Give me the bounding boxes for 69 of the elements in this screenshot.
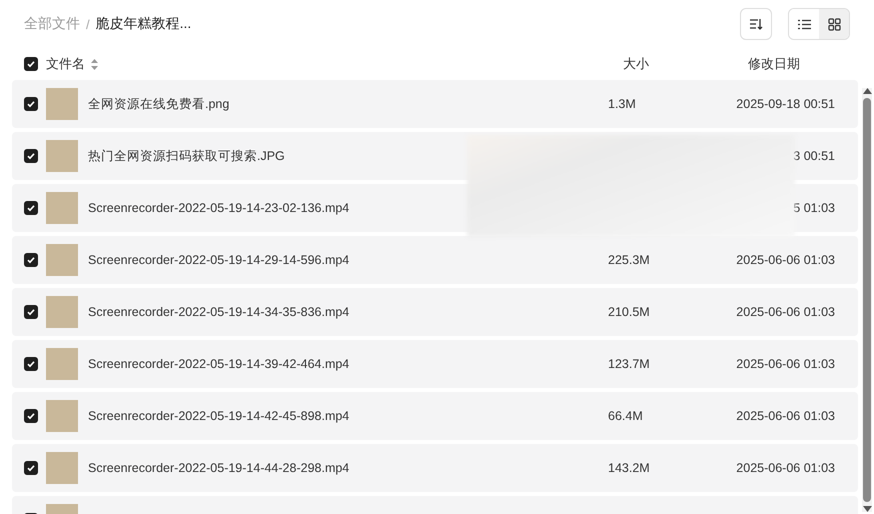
check-icon — [26, 463, 36, 473]
row-checkbox[interactable] — [24, 201, 38, 215]
thumbnail-placeholder — [46, 88, 78, 120]
row-checkbox[interactable] — [24, 253, 38, 267]
file-name: Screenrecorder-2022-05-19-14-42-45-898.mp4 — [88, 409, 350, 423]
check-icon — [26, 203, 36, 213]
scroll-down-icon[interactable] — [862, 506, 872, 512]
file-name: Screenrecorder-2022-05-19-14-34-35-836.mp4 — [88, 305, 350, 319]
modified-date: 2025-06-06 01:03 — [736, 305, 835, 319]
file-name: Screenrecorder-2022-05-19-14-23-02-136.mp4 — [88, 201, 350, 215]
row-checkbox[interactable] — [24, 305, 38, 319]
modified-date: 2025-06-06 01:03 — [736, 461, 835, 475]
scrollbar[interactable] — [862, 88, 872, 512]
column-header: 大小 — [623, 55, 650, 73]
file-row[interactable]: Screenrecorder-2022-05-19-14-44-28-298.mp4 143.2M 2025-06-06 01:03 — [12, 444, 858, 492]
grid-icon — [828, 18, 840, 30]
file-size: 123.7M — [608, 357, 650, 371]
check-icon — [26, 307, 36, 317]
row-checkbox[interactable] — [24, 461, 38, 475]
file-size: 143.2M — [608, 461, 650, 475]
check-icon — [26, 151, 36, 161]
check-icon — [26, 359, 36, 369]
thumbnail-placeholder — [46, 140, 78, 172]
row-checkbox[interactable] — [24, 409, 38, 423]
breadcrumb-item: 脆皮年糕教程... — [96, 15, 192, 33]
check-icon — [26, 59, 36, 69]
row-checkbox[interactable] — [24, 357, 38, 371]
file-row[interactable]: 全网资源在线免费看.png 1.3M 2025-09-18 00:51 — [12, 80, 858, 128]
scrollbar-thumb[interactable] — [863, 98, 871, 502]
file-name: 热门全网资源扫码获取可搜索.JPG — [88, 148, 285, 162]
modified-date: 2025-06-06 01:03 — [736, 253, 835, 267]
file-name: 全网资源在线免费看.png — [88, 96, 230, 110]
scroll-up-icon[interactable] — [862, 88, 872, 94]
thumbnail-placeholder — [46, 348, 78, 380]
file-size: 1.3M — [608, 97, 636, 111]
file-size: 66.4M — [608, 409, 643, 423]
row-checkbox[interactable] — [24, 149, 38, 163]
row-checkbox[interactable] — [24, 97, 38, 111]
thumbnail-placeholder — [46, 296, 78, 328]
check-icon — [26, 99, 36, 109]
file-row[interactable]: Screenrecorder-2022-05-19-14-42-45-898.mp4 66.4M 2025-06-06 01:03 — [12, 392, 858, 440]
sort-icon[interactable] — [91, 58, 98, 70]
modified-date: 2025-06-06 01:03 — [736, 409, 835, 423]
column-header[interactable]: 文件名 — [46, 55, 85, 73]
breadcrumb-separator: / — [86, 16, 90, 32]
file-name: Screenrecorder-2022-05-19-14-29-14-596.mp4 — [88, 253, 350, 267]
modified-date: 2025-09-18 00:51 — [736, 97, 835, 111]
select-all-checkbox[interactable] — [24, 57, 38, 71]
file-name: Screenrecorder-2022-05-19-14-39-42-464.mp4 — [88, 357, 350, 371]
grid-view-button[interactable] — [819, 9, 849, 39]
file-row[interactable]: Screenrecorder-2022-05-19-14-39-42-464.mp4 123.7M 2025-06-06 01:03 — [12, 340, 858, 388]
thumbnail-placeholder — [46, 452, 78, 484]
sort-button[interactable] — [740, 8, 772, 40]
file-size: 225.3M — [608, 253, 650, 267]
modified-date: 3 00:51 — [793, 149, 835, 163]
check-icon — [26, 411, 36, 421]
file-name: Screenrecorder-2022-05-19-14-44-28-298.mp4 — [88, 461, 350, 475]
column-header: 修改日期 — [748, 56, 800, 71]
thumbnail-placeholder — [46, 244, 78, 276]
file-size: 210.5M — [608, 305, 650, 319]
thumbnail-placeholder — [46, 192, 78, 224]
check-icon — [26, 255, 36, 265]
list-icon — [798, 18, 810, 30]
file-row[interactable]: Screenrecorder-2022-05-19-14-29-14-596.mp4 225.3M 2025-06-06 01:03 — [12, 236, 858, 284]
sort-icon — [749, 17, 763, 31]
modified-date: 2025-06-06 01:03 — [736, 357, 835, 371]
thumbnail-placeholder — [46, 400, 78, 432]
modified-date: 5 01:03 — [793, 201, 835, 215]
file-row[interactable]: Screenrecorder-2022-05-19-14-34-35-836.mp4 210.5M 2025-06-06 01:03 — [12, 288, 858, 336]
